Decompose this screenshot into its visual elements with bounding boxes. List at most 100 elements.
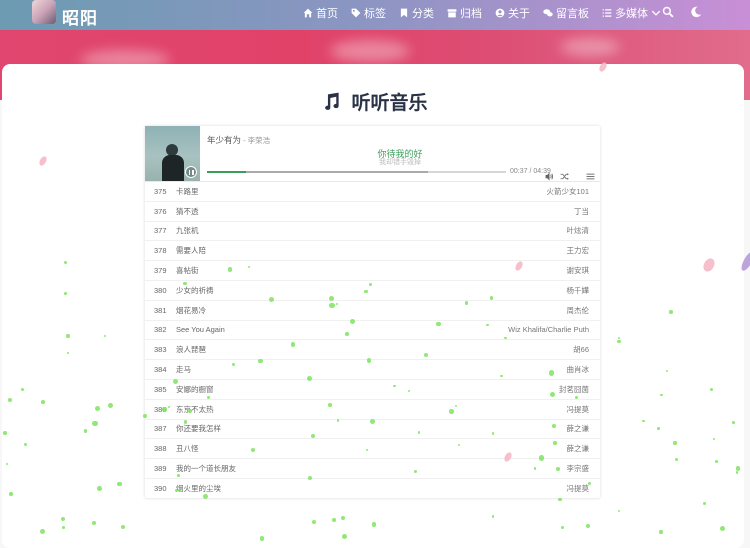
track-index: 387 xyxy=(154,424,167,434)
pause-button[interactable] xyxy=(185,166,197,178)
track-index: 379 xyxy=(154,266,167,276)
nav-item-media[interactable]: 多媒体 xyxy=(602,5,661,21)
playlist-item[interactable]: 378 需要人陪 王力宏 xyxy=(145,241,600,262)
playlist-item[interactable]: 375 卡路里 火箭少女101 xyxy=(145,182,600,202)
track-title: 丑八怪 xyxy=(176,444,199,454)
music-icon xyxy=(325,92,340,110)
track-artist: 曲肖冰 xyxy=(566,365,590,375)
particle-dot xyxy=(107,402,113,409)
particle-dot xyxy=(659,530,663,534)
list-icon xyxy=(602,9,612,17)
now-playing-info: 年少有为 - 李荣浩 xyxy=(207,134,270,146)
playlist-item[interactable]: 385 安娜的橱窗 封茗囧菌 xyxy=(145,380,600,400)
progress-played xyxy=(207,171,246,173)
nav-item-guestbook[interactable]: 留言板 xyxy=(543,5,589,21)
playlist-item[interactable]: 388 丑八怪 薛之谦 xyxy=(145,439,600,460)
track-artist: 周杰伦 xyxy=(566,305,590,315)
particle-dot xyxy=(552,441,557,445)
playlist-item[interactable]: 384 走马 曲肖冰 xyxy=(145,360,600,380)
particle-dot xyxy=(368,282,372,286)
shuffle-button[interactable] xyxy=(560,168,569,180)
playlist-item[interactable]: 383 浪人琵琶 胡66 xyxy=(145,340,600,361)
playlist-item[interactable]: 376 猜不透 丁当 xyxy=(145,202,600,222)
particle-dot xyxy=(227,267,233,272)
track-artist: 封茗囧菌 xyxy=(559,384,589,394)
nav-item-home[interactable]: 首页 xyxy=(303,5,338,21)
nav-item-archive[interactable]: 归档 xyxy=(447,5,482,21)
user-circle-icon xyxy=(495,8,505,18)
track-artist: 李宗盛 xyxy=(566,464,590,474)
site-avatar[interactable] xyxy=(32,0,56,24)
song-title: 年少有为 xyxy=(207,135,242,145)
nav-item-label: 留言板 xyxy=(556,8,589,20)
particle-dot xyxy=(549,391,555,397)
particle-dot xyxy=(454,404,457,407)
particle-dot xyxy=(350,319,355,324)
playlist-item[interactable]: 382 See You Again Wiz Khalifa/Charlie Puth xyxy=(145,321,600,341)
track-title: 九张机 xyxy=(176,226,199,236)
particle-dot xyxy=(345,331,350,336)
track-index: 380 xyxy=(154,285,167,295)
moon-icon xyxy=(691,6,702,18)
dark-mode-toggle[interactable] xyxy=(690,5,704,19)
particle-dot xyxy=(340,515,345,520)
playlist-toggle[interactable] xyxy=(586,168,595,180)
particle-dot xyxy=(449,409,454,414)
nav-menu: 首页 标签 分类 归档 关于 留言板 多媒体 xyxy=(303,0,674,26)
nav-item-tags[interactable]: 标签 xyxy=(351,5,386,21)
time-current: 00:37 xyxy=(510,168,528,175)
volume-icon xyxy=(545,172,554,181)
search-icon xyxy=(662,6,674,18)
particle-dot xyxy=(393,384,396,388)
particle-dot xyxy=(259,535,265,541)
nav-item-label: 归档 xyxy=(460,8,482,20)
particle-dot xyxy=(311,519,316,524)
menu-icon xyxy=(586,173,595,180)
particle-dot xyxy=(367,358,372,363)
playlist-item[interactable]: 386 东京不太热 冯提莫 xyxy=(145,400,600,420)
volume-button[interactable] xyxy=(545,168,554,181)
particle-dot xyxy=(268,296,275,302)
progress-bar[interactable] xyxy=(207,171,506,173)
track-index: 390 xyxy=(154,483,167,493)
track-title: 浪人琵琶 xyxy=(176,345,206,355)
track-artist: 薛之谦 xyxy=(566,424,590,434)
track-title: 喜帖街 xyxy=(176,266,199,276)
track-artist: 薛之谦 xyxy=(566,444,590,454)
particle-dot xyxy=(83,429,88,433)
particle-dot xyxy=(538,455,545,461)
nav-item-label: 标签 xyxy=(364,8,386,20)
song-artist: - 李荣浩 xyxy=(241,136,271,145)
playlist-item[interactable]: 379 喜帖街 谢安琪 xyxy=(145,261,600,281)
site-name[interactable]: 昭阳 xyxy=(62,4,98,29)
particle-dot xyxy=(183,281,187,286)
nav-item-about[interactable]: 关于 xyxy=(495,5,530,21)
page-title-text: 听听音乐 xyxy=(351,93,428,114)
particle-dot xyxy=(20,387,25,391)
tag-icon xyxy=(351,8,361,18)
particle-dot xyxy=(247,265,250,269)
track-artist: 冯提莫 xyxy=(566,483,590,493)
track-index: 381 xyxy=(154,305,167,315)
cover-figure-body xyxy=(162,155,184,181)
track-index: 383 xyxy=(154,345,167,355)
search-button[interactable] xyxy=(662,5,676,19)
playlist-item[interactable]: 389 我的一个道长朋友 李宗盛 xyxy=(145,459,600,479)
playlist-item[interactable]: 390 烟火里的尘埃 冯提莫 xyxy=(145,479,600,499)
track-title: 少女的祈祷 xyxy=(176,285,214,295)
nav-item-label: 多媒体 xyxy=(615,8,648,20)
chevron-down-icon xyxy=(651,10,661,16)
particle-dot xyxy=(64,291,67,295)
playlist-item[interactable]: 377 九张机 叶炫清 xyxy=(145,222,600,242)
album-cover[interactable] xyxy=(145,126,200,181)
playlist-item[interactable]: 381 烟花易冷 周杰伦 xyxy=(145,301,600,321)
nav-item-categories[interactable]: 分类 xyxy=(399,5,434,21)
track-index: 389 xyxy=(154,464,167,474)
track-artist: 胡66 xyxy=(573,345,589,355)
particle-dot xyxy=(617,336,620,339)
particle-dot xyxy=(5,462,9,465)
particle-dot xyxy=(94,406,100,412)
playlist-item[interactable]: 380 少女的祈祷 杨千嬅 xyxy=(145,281,600,301)
pause-icon xyxy=(192,169,194,175)
particle-dot xyxy=(548,370,554,376)
